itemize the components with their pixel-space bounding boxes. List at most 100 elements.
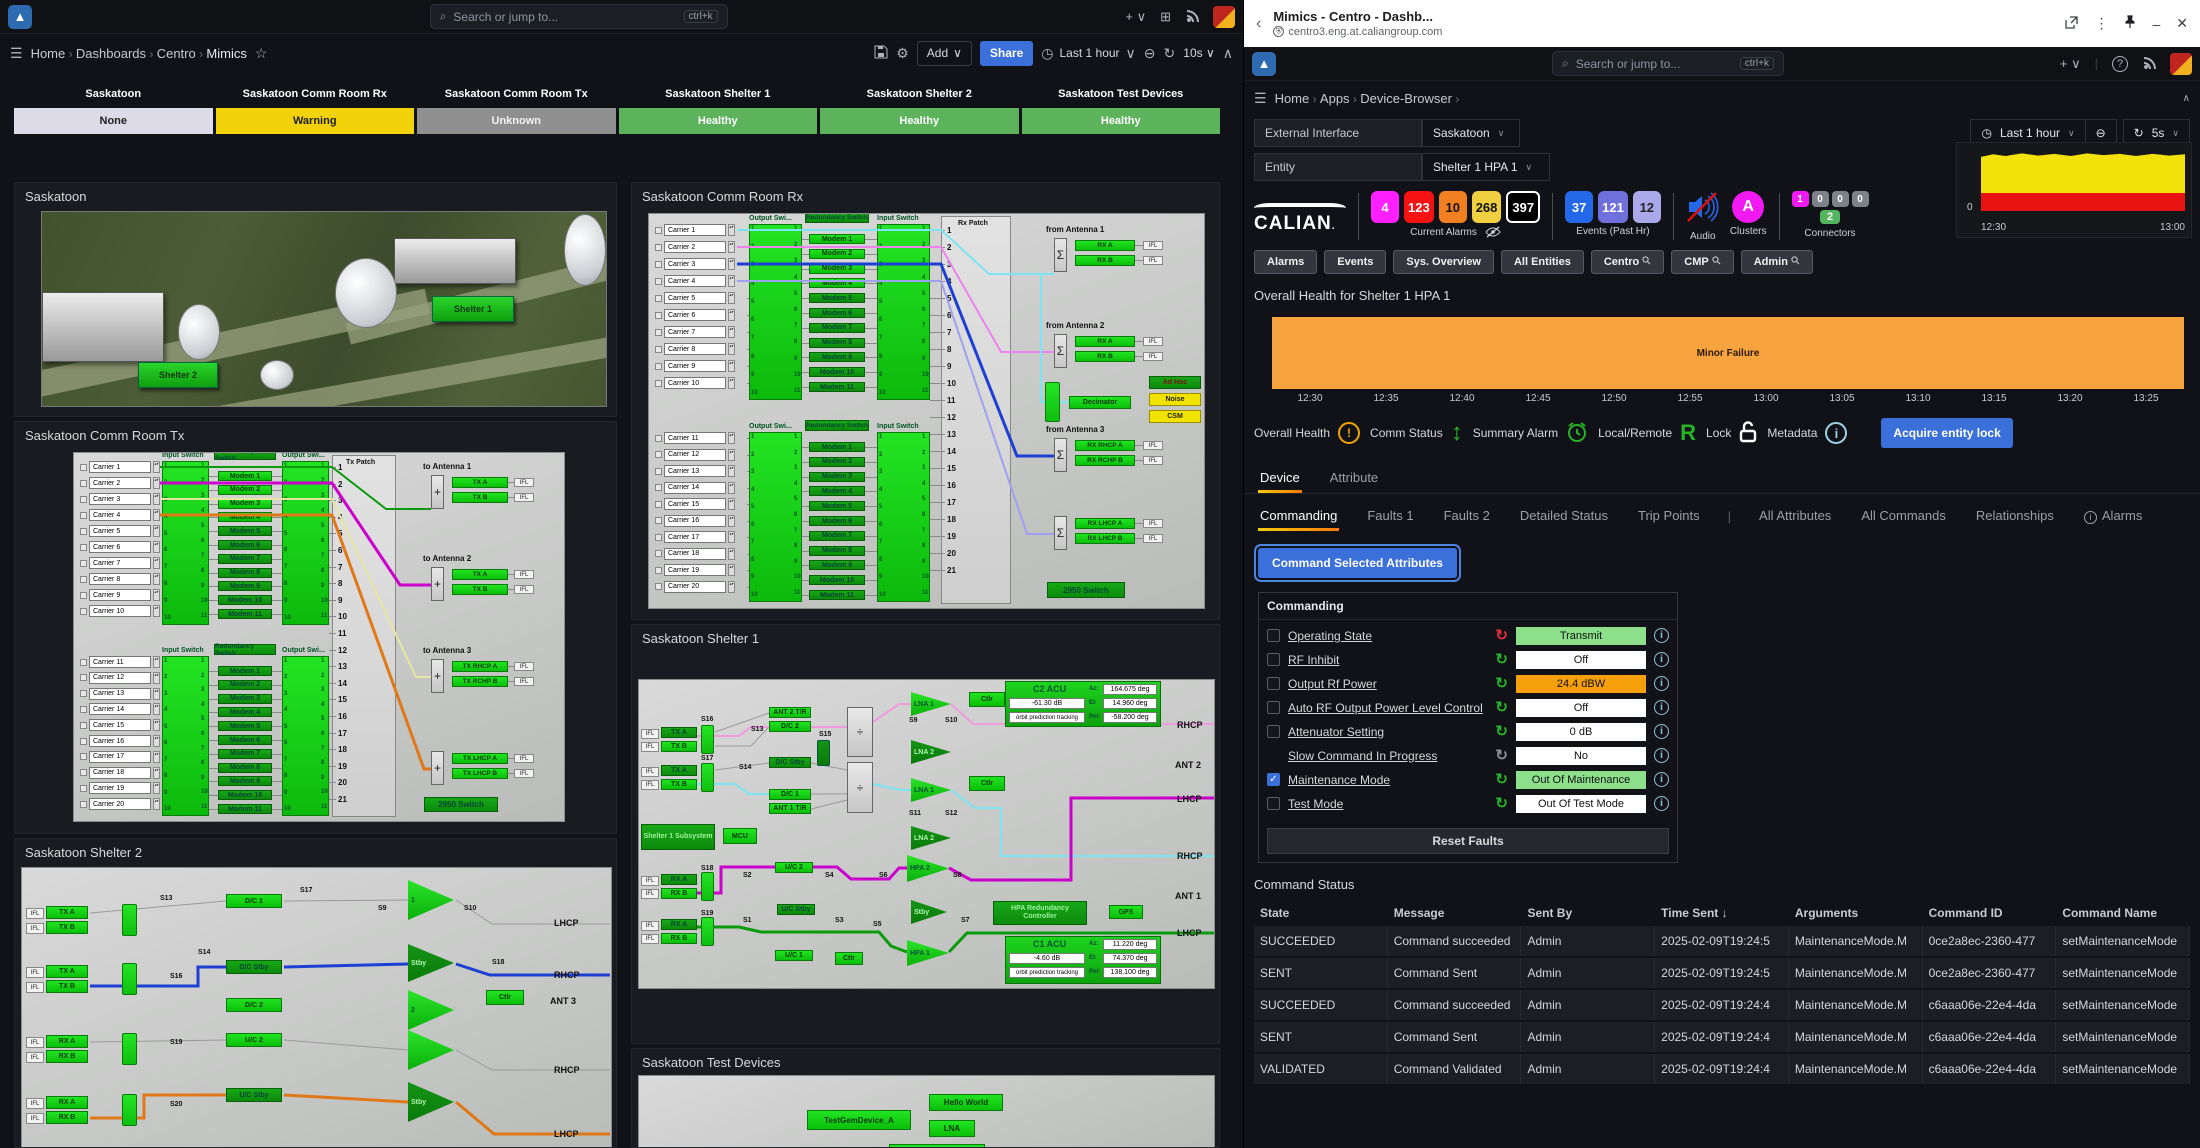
combiner-box[interactable]: + bbox=[431, 751, 444, 785]
port-box[interactable]: RX A bbox=[1075, 336, 1135, 347]
carrier-spinner[interactable]: ▴▾ bbox=[728, 224, 735, 236]
carrier-checkbox[interactable] bbox=[655, 329, 662, 336]
carrier-spinner[interactable]: ▴▾ bbox=[728, 432, 735, 444]
modem-box[interactable]: Modem 3 bbox=[809, 472, 865, 482]
carrier-spinner[interactable]: ▴▾ bbox=[728, 449, 735, 461]
collapse-toolbar-icon[interactable]: ∧ bbox=[2183, 93, 2190, 104]
carrier-input[interactable]: Carrier 2 bbox=[89, 477, 151, 489]
device-box[interactable]: HPA Redundancy Controller bbox=[993, 901, 1087, 925]
carrier-spinner[interactable]: ▴▾ bbox=[153, 525, 160, 537]
device-box[interactable]: TX A bbox=[46, 965, 88, 978]
modem-box[interactable]: Modem 8 bbox=[809, 546, 865, 556]
carrier-checkbox[interactable] bbox=[655, 550, 662, 557]
port-box[interactable]: TX A bbox=[452, 569, 508, 580]
device-box[interactable]: RX A bbox=[46, 1035, 88, 1048]
device-box[interactable]: RX A bbox=[46, 1096, 88, 1109]
carrier-input[interactable]: Carrier 2 bbox=[664, 241, 726, 253]
device-box[interactable]: ANT 1 T/R bbox=[769, 803, 811, 814]
status-cell[interactable]: Healthy bbox=[1022, 108, 1221, 134]
carrier-spinner[interactable]: ▴▾ bbox=[728, 258, 735, 270]
attribute-link[interactable]: Auto RF Output Power Level Control bbox=[1288, 701, 1483, 715]
column-header[interactable]: State bbox=[1254, 906, 1388, 920]
device-box[interactable]: D/C Stby bbox=[226, 960, 282, 974]
modem-box[interactable]: Modem 2 bbox=[218, 680, 272, 690]
info-icon[interactable]: i bbox=[1654, 724, 1669, 739]
carrier-checkbox[interactable] bbox=[80, 512, 87, 519]
column-header[interactable]: Command Name bbox=[2056, 906, 2190, 920]
favorite-star-icon[interactable]: ☆ bbox=[255, 45, 268, 62]
site-info-icon[interactable]: ⛨ bbox=[1273, 26, 1284, 37]
carrier-input[interactable]: Carrier 4 bbox=[89, 509, 151, 521]
save-icon[interactable] bbox=[874, 45, 888, 62]
carrier-spinner[interactable]: ▴▾ bbox=[153, 735, 160, 747]
device-box[interactable]: D/C 2 bbox=[226, 998, 282, 1012]
carrier-input[interactable]: Carrier 12 bbox=[89, 672, 151, 684]
combiner-box[interactable]: + bbox=[431, 659, 444, 693]
noise-box[interactable]: Noise bbox=[1149, 393, 1201, 406]
carrier-spinner[interactable]: ▴▾ bbox=[153, 461, 160, 473]
modem-box[interactable]: Modem 7 bbox=[809, 531, 865, 541]
external-interface-select[interactable]: Saskatoon∨ bbox=[1422, 119, 1520, 147]
menu-icon[interactable]: ☰ bbox=[10, 45, 23, 62]
carrier-spinner[interactable]: ▴▾ bbox=[153, 782, 160, 794]
panel-title[interactable]: Saskatoon Shelter 1 bbox=[632, 625, 1219, 652]
alarm-count-badge[interactable]: 397 bbox=[1506, 191, 1540, 223]
attribute-value[interactable]: 0 dB bbox=[1516, 723, 1646, 741]
device-box[interactable]: U/C 2 bbox=[226, 1033, 282, 1047]
acquire-entity-lock-button[interactable]: Acquire entity lock bbox=[1881, 418, 2012, 448]
refresh-icon[interactable]: ↻ bbox=[1495, 652, 1508, 667]
carrier-spinner[interactable]: ▴▾ bbox=[728, 326, 735, 338]
device-box[interactable]: TX B bbox=[46, 921, 88, 934]
attribute-checkbox[interactable] bbox=[1267, 677, 1280, 690]
modem-box[interactable]: Modem 11 bbox=[809, 382, 865, 392]
modem-box[interactable]: Modem 6 bbox=[809, 516, 865, 526]
info-icon[interactable]: i bbox=[1654, 652, 1669, 667]
attribute-link[interactable]: Slow Command In Progress bbox=[1288, 749, 1437, 763]
device-box[interactable]: TX B bbox=[46, 980, 88, 993]
combiner-box[interactable]: Σ bbox=[1054, 238, 1067, 272]
modem-box[interactable]: Modem 5 bbox=[218, 526, 272, 536]
combiner-box[interactable]: Σ bbox=[1054, 334, 1067, 368]
carrier-input[interactable]: Carrier 8 bbox=[664, 343, 726, 355]
device-box[interactable]: LNA bbox=[929, 1120, 975, 1137]
search-input[interactable]: ⌕ Search or jump to... ctrl+k bbox=[430, 4, 728, 29]
device-box[interactable]: RX A bbox=[661, 919, 697, 930]
carrier-input[interactable]: Carrier 8 bbox=[89, 573, 151, 585]
device-box[interactable]: Ctlr bbox=[835, 952, 863, 965]
attribute-checkbox[interactable] bbox=[1267, 701, 1280, 714]
device-triangle[interactable]: 1 bbox=[408, 880, 454, 920]
user-avatar[interactable] bbox=[2170, 53, 2192, 75]
device-box[interactable]: D/C 1 bbox=[226, 894, 282, 908]
port-box[interactable]: RX B bbox=[1075, 351, 1135, 362]
back-icon[interactable]: ‹ bbox=[1256, 15, 1261, 33]
modem-box[interactable]: Modem 9 bbox=[809, 560, 865, 570]
carrier-checkbox[interactable] bbox=[80, 722, 87, 729]
help-icon[interactable]: ? bbox=[2112, 56, 2128, 72]
refresh-icon[interactable]: ↻ bbox=[1495, 700, 1508, 715]
device-box[interactable]: Ctlr bbox=[969, 692, 1005, 707]
port-box[interactable]: RX LHCP B bbox=[1075, 533, 1135, 544]
modem-box[interactable]: Modem 8 bbox=[218, 763, 272, 773]
column-header[interactable]: Arguments bbox=[1789, 906, 1923, 920]
modem-box[interactable]: Modem 1 bbox=[809, 442, 865, 452]
device-triangle[interactable]: HPA 1 bbox=[907, 940, 949, 966]
entity-select[interactable]: Shelter 1 HPA 1∨ bbox=[1422, 153, 1550, 181]
carrier-spinner[interactable]: ▴▾ bbox=[153, 688, 160, 700]
modem-box[interactable]: Modem 7 bbox=[809, 323, 865, 333]
carrier-checkbox[interactable] bbox=[80, 738, 87, 745]
modem-box[interactable]: Modem 1 bbox=[809, 234, 865, 244]
carrier-input[interactable]: Carrier 18 bbox=[89, 767, 151, 779]
carrier-checkbox[interactable] bbox=[655, 244, 662, 251]
refresh-icon[interactable]: ↻ bbox=[1495, 796, 1508, 811]
device-box[interactable]: RX B bbox=[46, 1111, 88, 1124]
carrier-spinner[interactable]: ▴▾ bbox=[728, 343, 735, 355]
modem-box[interactable]: Modem 5 bbox=[809, 293, 865, 303]
carrier-checkbox[interactable] bbox=[80, 608, 87, 615]
attribute-checkbox[interactable] bbox=[1267, 629, 1280, 642]
modem-box[interactable]: Modem 7 bbox=[218, 554, 272, 564]
carrier-checkbox[interactable] bbox=[80, 496, 87, 503]
attribute-value[interactable]: Out Of Test Mode bbox=[1516, 795, 1646, 813]
carrier-input[interactable]: Carrier 18 bbox=[664, 548, 726, 560]
device-box[interactable]: RX B bbox=[46, 1050, 88, 1063]
device-box[interactable]: TX A bbox=[46, 906, 88, 919]
